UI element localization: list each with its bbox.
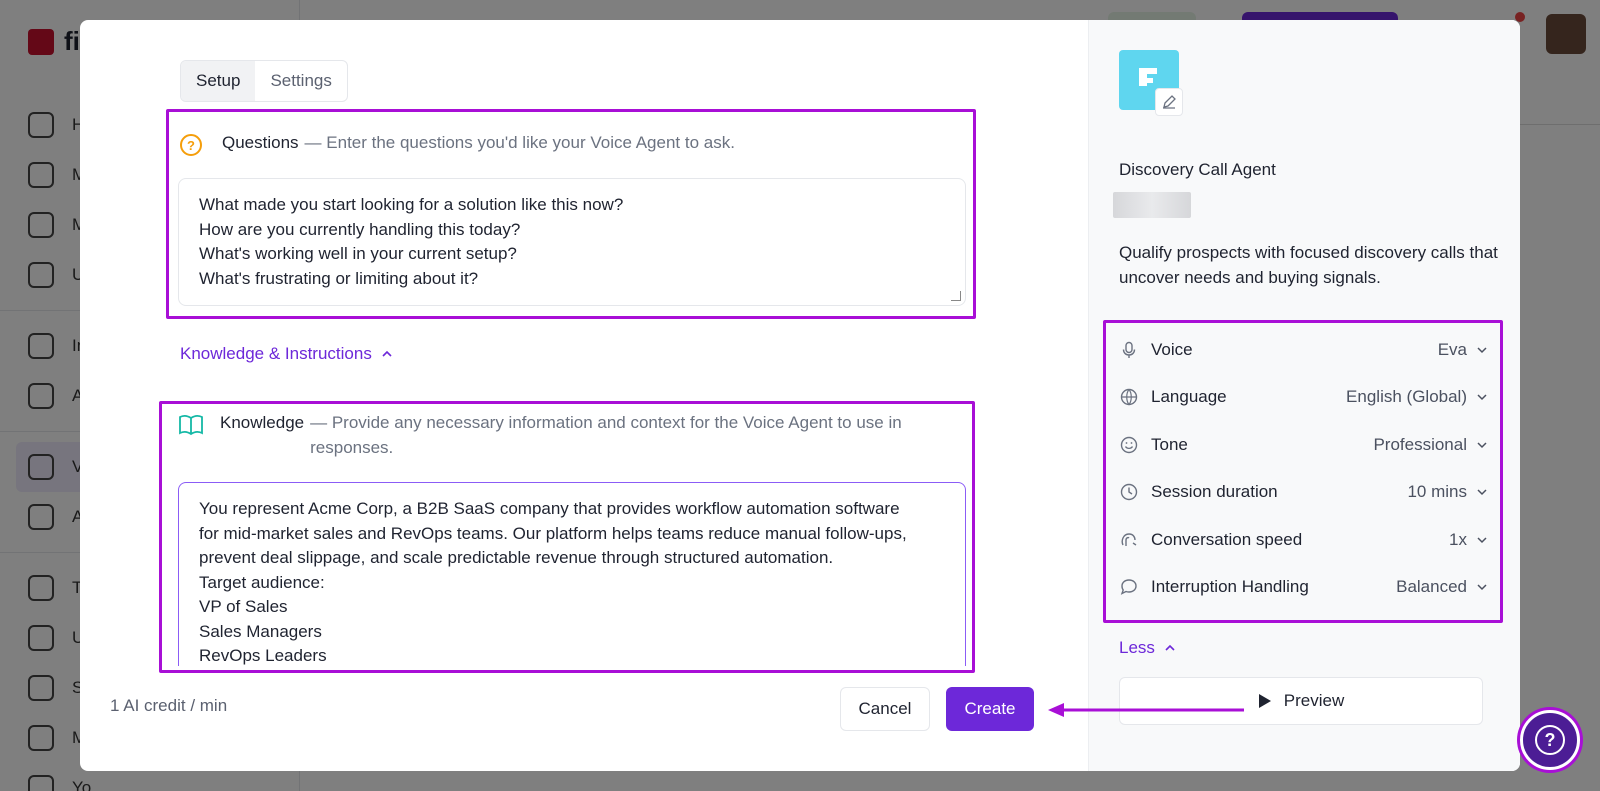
chevron-up-icon xyxy=(382,350,392,357)
knowledge-instructions-label: Knowledge & Instructions xyxy=(180,344,372,363)
annotation-arrow xyxy=(1048,703,1244,717)
knowledge-textarea[interactable]: You represent Acme Corp, a B2B SaaS comp… xyxy=(178,482,966,666)
questions-header: Questions — Enter the questions you'd li… xyxy=(222,130,962,155)
knowledge-description: — Provide any necessary information and … xyxy=(310,413,902,457)
questions-description: — Enter the questions you'd like your Vo… xyxy=(304,133,735,152)
book-open-icon xyxy=(179,415,203,436)
chevron-up-icon xyxy=(1165,644,1175,651)
textarea-line: prevent deal slippage, and scale predict… xyxy=(199,548,834,567)
help-icon: ? xyxy=(1535,725,1565,755)
create-button[interactable]: Create xyxy=(946,687,1034,731)
textarea-line: You represent Acme Corp, a B2B SaaS comp… xyxy=(199,499,900,518)
agent-description: Qualify prospects with focused discovery… xyxy=(1119,243,1498,287)
textarea-line: What's working well in your current setu… xyxy=(199,244,517,263)
knowledge-title: Knowledge xyxy=(220,413,305,432)
textarea-line: Sales Managers xyxy=(199,621,322,641)
play-icon xyxy=(1258,694,1271,708)
help-button[interactable]: ? xyxy=(1520,710,1580,770)
brand-mark-icon xyxy=(1139,68,1157,86)
create-agent-modal: Setup Settings ? Questions — Enter the q… xyxy=(80,20,1520,771)
tab-settings[interactable]: Settings xyxy=(255,61,346,101)
agent-name: Discovery Call Agent xyxy=(1119,160,1276,179)
agent-summary-panel: Discovery Call Agent Qualify prospects w… xyxy=(1088,20,1520,771)
questions-title: Questions xyxy=(222,133,299,152)
textarea-line: What's frustrating or limiting about it? xyxy=(199,268,479,288)
highlight-box-settings xyxy=(1103,320,1503,623)
less-toggle[interactable]: Less xyxy=(1119,638,1175,658)
textarea-line: VP of Sales xyxy=(199,597,288,616)
tab-bar: Setup Settings xyxy=(180,60,348,102)
resize-handle[interactable] xyxy=(951,291,961,301)
cancel-button[interactable]: Cancel xyxy=(840,687,930,731)
textarea-line: How are you currently handling this toda… xyxy=(199,219,521,239)
textarea-line: RevOps Leaders xyxy=(199,646,327,665)
tab-setup[interactable]: Setup xyxy=(181,61,256,101)
textarea-line: for mid-market sales and RevOps teams. O… xyxy=(199,523,907,543)
agent-avatar[interactable] xyxy=(1119,50,1183,116)
modal-form-panel: Setup Settings ? Questions — Enter the q… xyxy=(80,20,1088,771)
less-label: Less xyxy=(1119,638,1155,657)
preview-label: Preview xyxy=(1283,691,1345,710)
edit-avatar-button[interactable] xyxy=(1155,88,1183,116)
textarea-line: Target audience: xyxy=(199,572,325,592)
redacted-field xyxy=(1113,192,1191,218)
questions-textarea[interactable]: What made you start looking for a soluti… xyxy=(178,178,966,306)
credit-cost-label: 1 AI credit / min xyxy=(110,696,228,715)
question-circle-icon: ? xyxy=(180,134,202,156)
textarea-line: What made you start looking for a soluti… xyxy=(199,195,624,214)
knowledge-instructions-toggle[interactable]: Knowledge & Instructions xyxy=(180,344,392,364)
pencil-icon xyxy=(1163,95,1176,109)
knowledge-header: Knowledge — Provide any necessary inform… xyxy=(220,410,960,460)
